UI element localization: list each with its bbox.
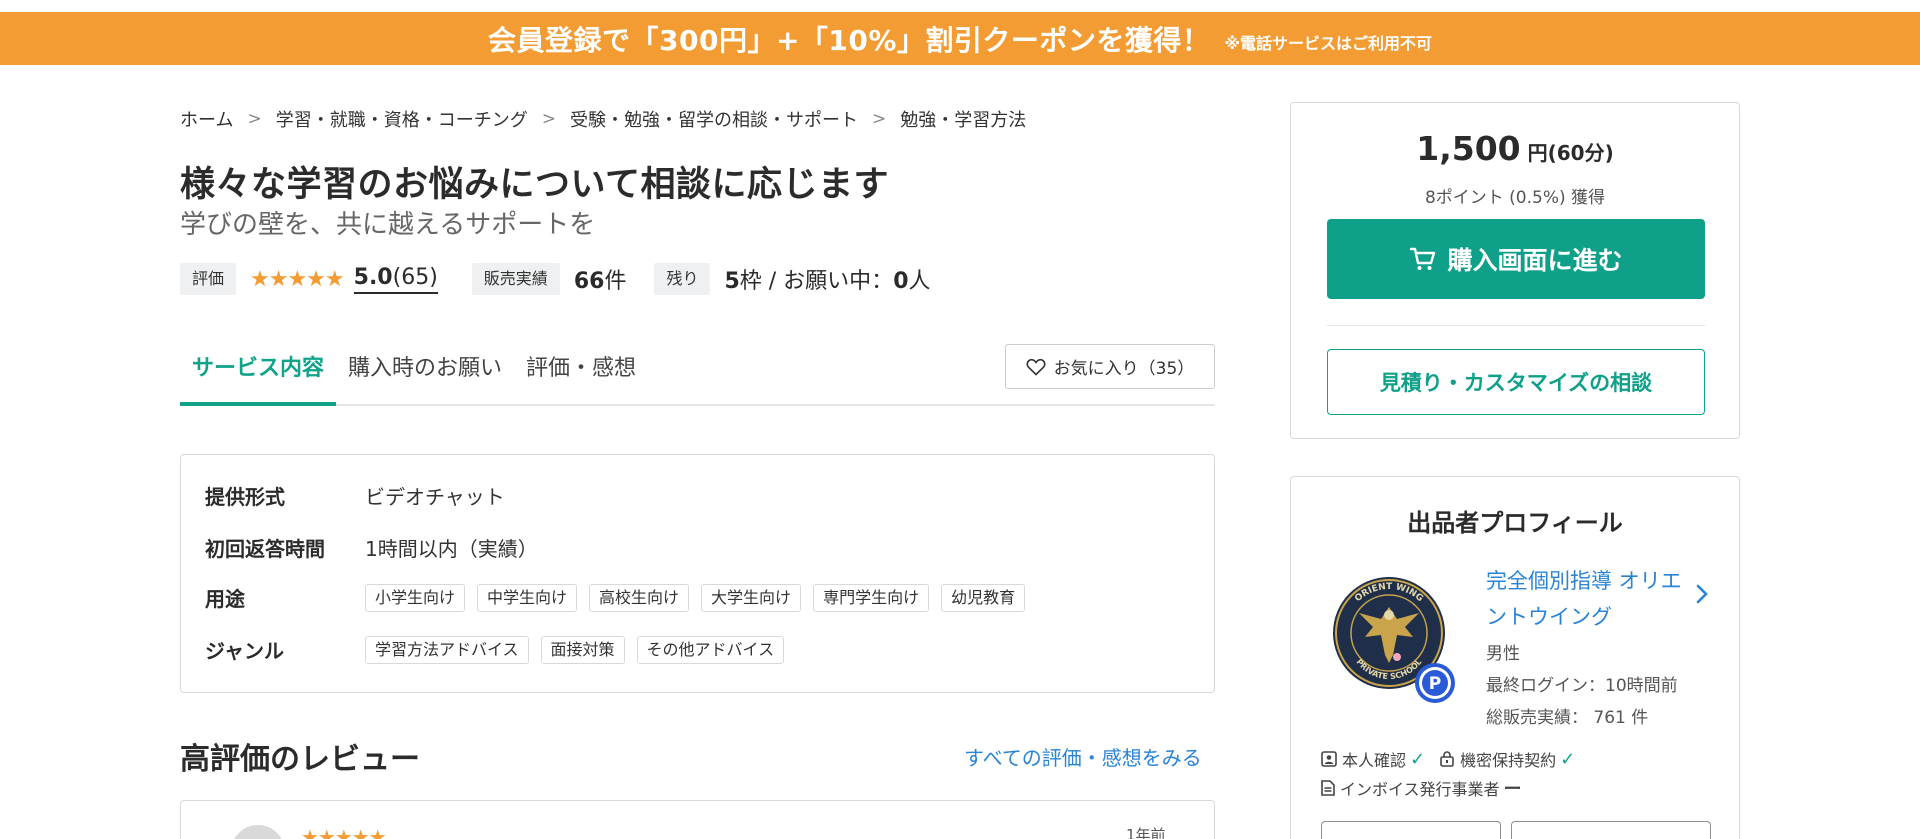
invoice-badge: インボイス発行事業者ー: [1321, 775, 1536, 801]
favorite-button[interactable]: お気に入り（35）: [1005, 344, 1215, 389]
points-earned: 8ポイント (0.5%) 獲得: [1424, 188, 1606, 208]
remaining-slots: 5枠 / お願い中：0人: [724, 263, 930, 295]
chevron-right-icon[interactable]: [1695, 583, 1709, 605]
identity-label: 本人確認: [1342, 751, 1407, 770]
spec-row-format: 提供形式 ビデオチャット: [205, 481, 505, 510]
check-icon: ✓: [1410, 748, 1426, 770]
pending-unit: 人: [908, 269, 931, 294]
quote-customize-button[interactable]: 見積り・カスタマイズの相談: [1327, 349, 1705, 415]
usage-chip[interactable]: 大学生向け: [701, 583, 802, 612]
rating-value: 5.0: [353, 264, 393, 290]
spec-value-response: 1時間以内（実績）: [365, 537, 538, 561]
seller-profile-heading: 出品者プロフィール: [1407, 509, 1623, 537]
pending-count: 0: [893, 269, 909, 294]
service-spec-box: 提供形式 ビデオチャット 初回返答時間 1時間以内（実績） 用途 小学生向け 中…: [180, 454, 1215, 693]
remaining-label: 残り: [654, 263, 711, 295]
follow-button[interactable]: [1511, 821, 1711, 839]
price-unit: 円(60分): [1520, 141, 1614, 165]
breadcrumb-separator: >: [871, 109, 887, 129]
seller-total-sales: 総販売実績： 761 件: [1486, 708, 1649, 728]
genre-chips: 学習方法アドバイス 面接対策 その他アドバイス: [365, 635, 785, 664]
spec-value-format: ビデオチャット: [365, 485, 505, 509]
nda-signed: 機密保持契約 ✓: [1439, 747, 1575, 771]
tab-service-content[interactable]: サービス内容: [180, 344, 337, 406]
spec-row-usage: 用途 小学生向け 中学生向け 高校生向け 大学生向け 専門学生向け 幼児教育: [205, 583, 1026, 612]
cart-icon: [1410, 247, 1436, 270]
invoice-label: インボイス発行事業者: [1340, 780, 1500, 799]
reviewer-avatar: [231, 825, 285, 839]
id-card-icon: [1321, 751, 1337, 767]
review-stars-icon: ★★★★★: [301, 825, 387, 839]
seller-name-link[interactable]: 完全個別指導 オリエントウイング: [1486, 563, 1686, 635]
heart-icon: [1026, 358, 1046, 376]
spec-label-format: 提供形式: [205, 485, 285, 509]
nda-label: 機密保持契約: [1460, 751, 1557, 770]
remaining-count: 5: [724, 269, 740, 294]
top-strip: [0, 0, 1920, 12]
usage-chip[interactable]: 中学生向け: [477, 583, 578, 612]
breadcrumb-subcategory[interactable]: 受験・勉強・留学の相談・サポート: [570, 106, 858, 132]
spec-label-response: 初回返答時間: [205, 537, 325, 561]
lock-icon: [1440, 751, 1454, 767]
tab-purchase-notes[interactable]: 購入時のお願い: [336, 342, 514, 404]
seller-gender: 男性: [1486, 644, 1520, 664]
genre-chip[interactable]: 面接対策: [540, 635, 625, 664]
see-all-reviews-link[interactable]: すべての評価・感想をみる: [964, 742, 1202, 771]
breadcrumb: ホーム > 学習・就職・資格・コーチング > 受験・勉強・留学の相談・サポート …: [180, 106, 1026, 132]
service-stats: 評価 ★★★★★ 5.0(65) 販売実績 66件 残り 5枠 / お願い中：0…: [180, 262, 931, 296]
signup-coupon-banner[interactable]: 会員登録で「300円」+「10%」割引クーポンを獲得！ ※電話サービスはご利用不…: [0, 12, 1920, 65]
banner-note-text: ※電話サービスはご利用不可: [1224, 33, 1432, 53]
breadcrumb-home[interactable]: ホーム: [180, 106, 233, 132]
identity-verified: 本人確認 ✓: [1321, 747, 1425, 771]
genre-chip[interactable]: その他アドバイス: [636, 635, 785, 664]
invoice-issuer: インボイス発行事業者ー: [1321, 775, 1522, 801]
breadcrumb-separator: >: [247, 109, 262, 129]
usage-chip[interactable]: 高校生向け: [589, 583, 690, 612]
breadcrumb-category[interactable]: 学習・就職・資格・コーチング: [276, 106, 528, 132]
remaining-unit: 枠 / お願い中：: [739, 269, 894, 294]
proceed-to-purchase-label: 購入画面に進む: [1447, 246, 1623, 275]
seller-last-login: 最終ログイン：10時間前: [1486, 676, 1678, 696]
genre-chip[interactable]: 学習方法アドバイス: [365, 635, 529, 664]
rating-label: 評価: [180, 263, 237, 295]
sales-value: 66件: [574, 263, 627, 295]
service-subtitle: 学びの壁を、共に越えるサポートを: [180, 210, 596, 240]
purchase-box: 1,500 円(60分) 8ポイント (0.5%) 獲得 購入画面に進む 見積り…: [1290, 102, 1740, 439]
banner-main-text: 会員登録で「300円」+「10%」割引クーポンを獲得！: [488, 23, 1211, 57]
seller-logo[interactable]: ORIENT WING PRIVATE SCHOOL P: [1329, 575, 1459, 705]
usage-chips: 小学生向け 中学生向け 高校生向け 大学生向け 専門学生向け 幼児教育: [365, 583, 1026, 612]
sales-unit: 件: [604, 269, 627, 294]
rating-link[interactable]: 5.0(65): [353, 264, 438, 294]
review-date: 1年前: [1126, 826, 1166, 839]
favorite-label: お気に入り（35）: [1053, 359, 1195, 379]
price: 1,500 円(60分): [1291, 129, 1739, 168]
spec-row-response: 初回返答時間 1時間以内（実績）: [205, 533, 538, 562]
price-value: 1,500: [1416, 129, 1521, 168]
service-title: 様々な学習のお悩みについて相談に応じます: [180, 165, 889, 205]
sales-label: 販売実績: [471, 263, 560, 295]
seller-profile-box: 出品者プロフィール ORIENT WING PRIVATE SCHOOL P 完…: [1290, 476, 1740, 839]
spec-label-genre: ジャンル: [205, 639, 284, 663]
reviews-heading: 高評価のレビュー: [180, 742, 420, 777]
rating-stars-icon: ★★★★★: [250, 266, 345, 292]
document-icon: [1321, 780, 1335, 796]
breadcrumb-current[interactable]: 勉強・学習方法: [900, 106, 1026, 132]
review-card: ★★★★★ 1年前: [180, 800, 1215, 839]
spec-row-genre: ジャンル 学習方法アドバイス 面接対策 その他アドバイス: [205, 635, 785, 664]
verification-badges: 本人確認 ✓ 機密保持契約 ✓: [1321, 747, 1589, 771]
ask-seller-button[interactable]: [1321, 821, 1501, 839]
tab-reviews[interactable]: 評価・感想: [514, 342, 648, 404]
breadcrumb-separator: >: [541, 109, 556, 129]
divider: [1327, 325, 1705, 326]
sales-count: 66: [573, 269, 605, 294]
proceed-to-purchase-button[interactable]: 購入画面に進む: [1327, 219, 1705, 299]
rating-count: (65): [392, 264, 438, 290]
usage-chip[interactable]: 小学生向け: [365, 583, 466, 612]
check-icon: ✓: [1560, 748, 1576, 770]
platinum-badge-icon: P: [1429, 674, 1441, 694]
usage-chip[interactable]: 幼児教育: [941, 583, 1026, 612]
spec-label-usage: 用途: [205, 587, 245, 611]
invoice-status: ー: [1503, 779, 1522, 800]
usage-chip[interactable]: 専門学生向け: [813, 583, 930, 612]
